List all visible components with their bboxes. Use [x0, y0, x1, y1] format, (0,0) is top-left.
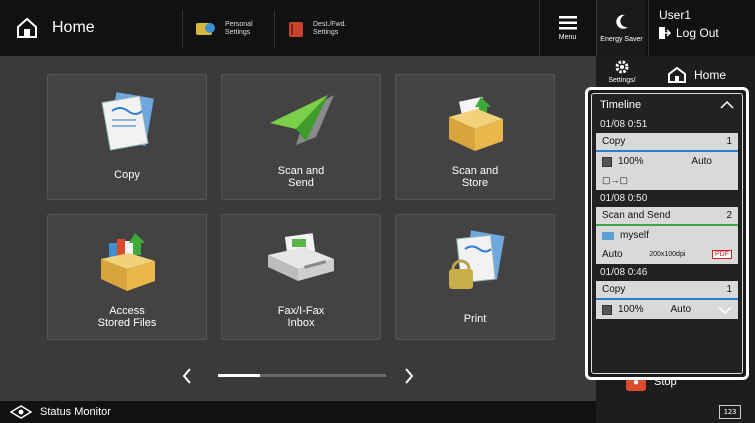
home-icon: [668, 67, 686, 83]
page-title: Home: [52, 19, 95, 36]
timeline-timestamp: 01/08 0:51: [600, 119, 648, 130]
zoom-value: 100%: [618, 304, 644, 315]
hamburger-menu-icon: [558, 15, 577, 29]
next-page-arrow-icon[interactable]: [405, 368, 414, 384]
paper-plane-icon: [270, 95, 334, 145]
settings-button[interactable]: Settings/: [596, 56, 648, 86]
mode-value: Auto: [691, 156, 712, 167]
tile-label: Scan and Send: [277, 165, 325, 189]
job-count: 2: [726, 210, 732, 221]
timeline-job-card[interactable]: Copy 1 100% Auto ▢→▢: [596, 133, 738, 190]
tile-label: Access Stored Files: [97, 305, 157, 329]
tile-label: Copy: [114, 169, 140, 181]
print-tile[interactable]: Print: [395, 214, 555, 340]
timeline-timestamp: 01/08 0:50: [600, 193, 648, 204]
print-lock-icon: [449, 230, 505, 289]
timeline-job-card[interactable]: Scan and Send 2 myself Auto 200x100dpi P…: [596, 207, 738, 264]
timeline-title: Timeline: [600, 99, 642, 111]
duplex-icon: ▢→▢: [602, 175, 629, 185]
user-panel: User1 Log Out: [648, 0, 755, 56]
top-bar: Home Personal Settings Dest./Fwd. Settin…: [0, 0, 755, 56]
copy-tile[interactable]: Copy: [47, 74, 207, 200]
stored-files-icon: [101, 233, 155, 291]
page-scroll-thumb[interactable]: [218, 374, 260, 377]
mode-value: Auto: [670, 304, 692, 315]
address-book-icon: [289, 22, 303, 37]
home-button[interactable]: Home: [656, 60, 755, 90]
fax-inbox-tile[interactable]: Fax/I-Fax Inbox: [221, 214, 381, 340]
tile-label: Print: [463, 313, 487, 325]
user-name: User1: [659, 8, 692, 22]
scan-and-send-tile[interactable]: Scan and Send: [221, 74, 381, 200]
home-header: Home: [0, 0, 182, 56]
log-out-icon: [659, 27, 671, 39]
timeline-panel[interactable]: Timeline 01/08 0:51 Copy 1 100% Auto ▢→▢…: [585, 87, 749, 380]
destination-value: myself: [620, 230, 649, 241]
log-out-button[interactable]: Log Out: [659, 26, 755, 40]
dest-fwd-settings-button[interactable]: Dest./Fwd. Settings: [274, 10, 364, 48]
chevron-up-icon[interactable]: [720, 100, 734, 110]
timeline-timestamp: 01/08 0:46: [600, 267, 648, 278]
job-count: 1: [726, 136, 732, 147]
email-icon: [602, 231, 614, 240]
previous-page-arrow-icon[interactable]: [182, 368, 191, 384]
fax-icon: [268, 233, 334, 281]
copy-icon: [101, 92, 154, 151]
page-navigator: [182, 368, 414, 384]
timeline-job-card[interactable]: Copy 1 100% Auto: [596, 281, 738, 319]
job-name: Copy: [602, 136, 626, 147]
tile-label: Scan and Store: [451, 165, 499, 189]
chevron-down-icon[interactable]: [718, 305, 732, 315]
numeric-keypad-icon[interactable]: 123: [719, 405, 741, 419]
home-icon: [17, 17, 37, 38]
storage-box-icon: [449, 96, 503, 151]
color-value: Auto: [602, 249, 623, 260]
access-stored-files-tile[interactable]: Access Stored Files: [47, 214, 207, 340]
job-name: Scan and Send: [602, 210, 671, 221]
personal-settings-icon: [196, 23, 215, 35]
tile-label: Fax/I-Fax Inbox: [277, 305, 325, 329]
resolution-value: 200x100dpi: [649, 251, 686, 258]
energy-saver-button[interactable]: Energy Saver: [596, 0, 646, 56]
moon-icon: [615, 14, 628, 29]
status-monitor-icon: [10, 405, 32, 419]
job-name: Copy: [602, 284, 626, 295]
scan-and-store-tile[interactable]: Scan and Store: [395, 74, 555, 200]
color-mode-icon: [602, 304, 612, 315]
gear-icon: [615, 60, 629, 74]
zoom-value: 100%: [618, 156, 644, 167]
job-count: 1: [726, 284, 732, 295]
pdf-format-badge: PDF: [712, 250, 732, 259]
status-monitor-label: Status Monitor: [40, 406, 111, 418]
personal-settings-button[interactable]: Personal Settings: [182, 10, 274, 48]
menu-button[interactable]: Menu: [539, 0, 595, 56]
color-mode-icon: [602, 156, 612, 167]
status-monitor-bar[interactable]: Status Monitor: [0, 401, 596, 423]
